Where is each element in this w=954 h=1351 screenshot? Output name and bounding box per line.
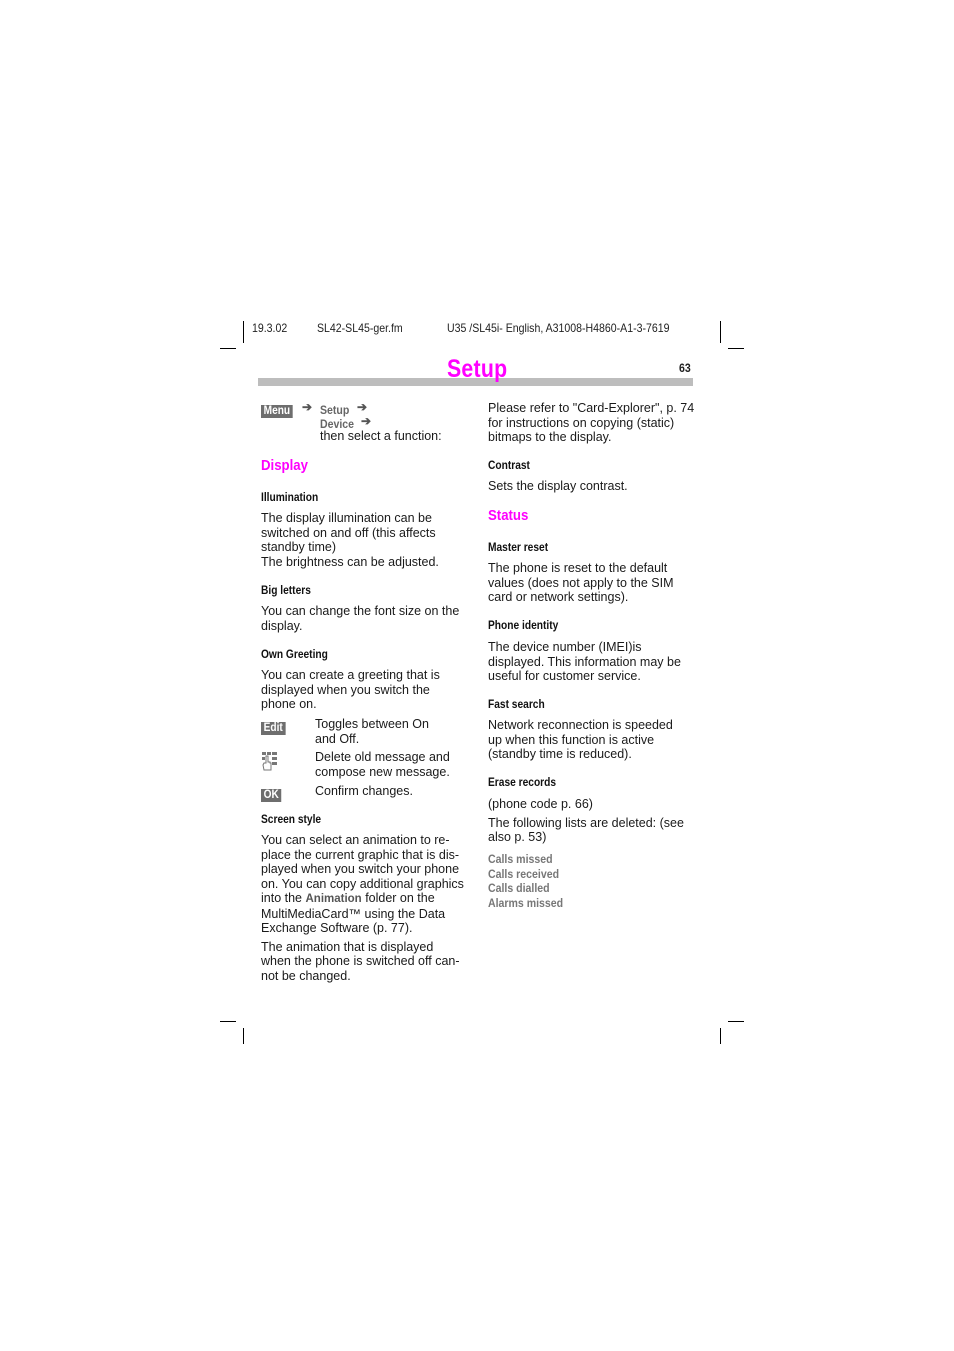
text-line: Confirm changes.: [315, 784, 413, 798]
list-item: Calls received: [488, 866, 560, 881]
text-fragment: into the: [261, 891, 306, 905]
subheading-erase-records: Erase records: [488, 775, 557, 789]
crop-mark: [728, 348, 744, 349]
ok-key: OK: [261, 785, 284, 803]
text-line: (phone code p. 66): [488, 797, 593, 811]
crop-mark: [220, 348, 236, 349]
text-line: You can select an animation to re-: [261, 833, 450, 847]
subheading-screen-style: Screen style: [261, 812, 322, 826]
text-line: Please refer to "Card-Explorer", p. 74: [488, 401, 695, 415]
text-line: compose new message.: [315, 764, 450, 779]
text-line: displayed. This information may be: [488, 654, 681, 669]
keypad-action-text: Delete old message and compose new messa…: [315, 750, 475, 779]
section-heading-display: Display: [261, 457, 308, 474]
text-line: The phone is reset to the default: [488, 561, 668, 575]
text-line: displayed when you switch the: [261, 682, 430, 697]
text-line: standby time): [261, 540, 337, 554]
menu-key: Menu: [261, 405, 293, 418]
text-line: when the phone is switched off can-: [261, 954, 460, 968]
text-line: Toggles between On: [315, 717, 429, 731]
section-heading-status: Status: [488, 507, 529, 524]
page-number: 63: [679, 361, 691, 375]
header-doc-id: U35 /SL45i- English, A31008-H4860-A1-3-7…: [447, 321, 670, 335]
edit-key: Edit: [261, 718, 289, 736]
menu-path: Menu: [261, 401, 297, 419]
header-date: 19.3.02: [252, 321, 288, 335]
crop-mark: [243, 1028, 244, 1044]
text-line: The display illumination can be: [261, 511, 432, 525]
arrow-icon: ➔: [302, 400, 313, 414]
text-line: on. You can copy additional graphics: [261, 876, 464, 891]
text-line: The brightness can be adjusted.: [261, 554, 439, 569]
text-line: Network reconnection is speeded: [488, 718, 673, 732]
subheading-own-greeting: Own Greeting: [261, 647, 328, 661]
subheading-big-letters: Big letters: [261, 583, 311, 597]
ok-action-text: Confirm changes.: [315, 784, 475, 799]
subheading-contrast: Contrast: [488, 458, 530, 472]
card-explorer-note: Please refer to "Card-Explorer", p. 74 f…: [488, 401, 703, 445]
text-line: card or network settings).: [488, 590, 629, 604]
text-line: switched on and off (this affects: [261, 525, 436, 540]
text-line: place the current graphic that is dis-: [261, 847, 460, 862]
text-line: for instructions on copying (static): [488, 415, 675, 430]
edit-key-label: Edit: [261, 722, 286, 735]
text-line: The device number (IMEI)is: [488, 640, 642, 654]
crop-mark: [720, 1028, 721, 1044]
text-line: useful for customer service.: [488, 669, 641, 683]
text-line: Delete old message and: [315, 750, 450, 764]
subheading-master-reset: Master reset: [488, 540, 549, 554]
text-line: and Off.: [315, 731, 360, 746]
phone-identity-text: The device number (IMEI)is displayed. Th…: [488, 640, 703, 684]
text-line: The animation that is displayed: [261, 939, 434, 954]
text-line: display.: [261, 618, 303, 633]
text-line: (standby time is reduced).: [488, 747, 632, 761]
text-line: played when you switch your phone: [261, 862, 460, 876]
text-fragment: folder on the: [361, 891, 435, 905]
big-letters-text: You can change the font size on the disp…: [261, 604, 476, 633]
fast-search-text: Network reconnection is speeded up when …: [488, 718, 703, 762]
subheading-fast-search: Fast search: [488, 697, 545, 711]
text-line: Sets the display contrast.: [488, 479, 628, 493]
menu-instruction: then select a function:: [320, 429, 442, 443]
arrow-icon: ➔: [357, 400, 368, 414]
text-line: You can change the font size on the: [261, 604, 460, 618]
list-item: Calls dialled: [488, 881, 550, 895]
text-line: bitmaps to the display.: [488, 430, 612, 444]
ok-key-label: OK: [261, 789, 282, 802]
screen-style-text: You can select an animation to re- place…: [261, 833, 476, 983]
crop-mark: [728, 1021, 744, 1022]
arrow-icon: ➔: [361, 414, 372, 428]
text-line: values (does not apply to the SIM: [488, 575, 674, 590]
master-reset-text: The phone is reset to the default values…: [488, 561, 703, 605]
edit-action-text: Toggles between On and Off.: [315, 717, 475, 746]
header-filename: SL42-SL45-ger.fm: [317, 321, 403, 335]
text-line: Exchange Software (p. 77).: [261, 921, 413, 935]
list-item: Calls missed: [488, 852, 553, 866]
text-line: not be changed.: [261, 968, 351, 983]
text-line: You can create a greeting that is: [261, 668, 440, 682]
erase-records-text: (phone code p. 66) The following lists a…: [488, 797, 703, 845]
erase-lists: Calls missed Calls received Calls dialle…: [488, 852, 573, 910]
text-line: The following lists are deleted: (see: [488, 815, 684, 830]
page-title: Setup: [447, 355, 508, 383]
text-line: phone on.: [261, 697, 317, 711]
contrast-text: Sets the display contrast.: [488, 479, 703, 494]
crop-mark: [243, 321, 244, 343]
illumination-text: The display illumination can be switched…: [261, 511, 476, 569]
list-item: Alarms missed: [488, 895, 564, 910]
crop-mark: [220, 1021, 236, 1022]
own-greeting-text: You can create a greeting that is displa…: [261, 668, 476, 712]
text-line: into the Animation folder on the: [261, 891, 476, 907]
animation-folder-term: Animation: [305, 893, 362, 905]
text-line: also p. 53): [488, 830, 547, 844]
subheading-phone-identity: Phone identity: [488, 618, 559, 632]
text-line: MultiMediaCard™ using the Data: [261, 906, 446, 921]
keypad-hand-icon: [261, 751, 281, 776]
crop-mark: [720, 321, 721, 343]
subheading-illumination: Illumination: [261, 490, 319, 504]
text-line: up when this function is active: [488, 732, 655, 747]
